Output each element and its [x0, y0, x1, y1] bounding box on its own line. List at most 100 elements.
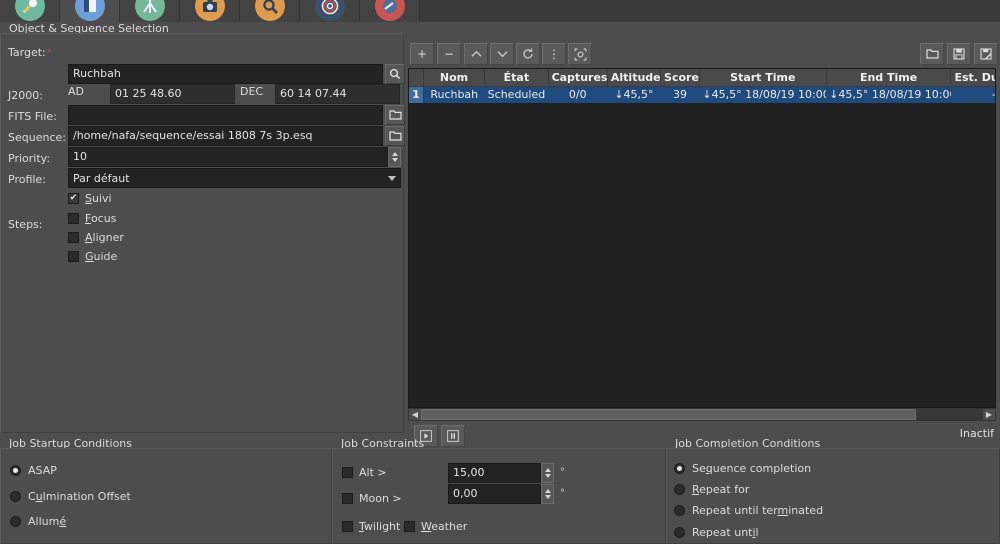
col-rownum — [409, 69, 424, 87]
wrench-icon — [14, 0, 45, 21]
evaluate-button[interactable] — [568, 43, 592, 65]
constraint-twilight-checkbox[interactable]: Twilight — [342, 518, 400, 534]
tab-search[interactable] — [240, 0, 300, 22]
fits-input[interactable] — [68, 105, 383, 125]
constraint-alt-checkbox[interactable]: Alt > — [342, 464, 387, 480]
priority-stepper[interactable] — [388, 147, 401, 167]
scrollbar-thumb[interactable] — [421, 409, 916, 420]
completion-repeat-until-radio[interactable]: Repeat until — [674, 523, 759, 541]
startup-asap-radio[interactable]: ASAP — [10, 461, 57, 479]
job-completion-conditions-group: Job Completion Conditions Sequence compl… — [666, 437, 1000, 544]
ra-input[interactable]: 01 25 48.60 — [110, 84, 235, 104]
tab-align[interactable] — [300, 0, 360, 22]
chevron-down-icon — [388, 175, 396, 181]
sequence-browse-button[interactable] — [385, 126, 405, 146]
profile-select[interactable]: Par défaut — [68, 168, 401, 188]
save-as-schedule-button[interactable] — [974, 43, 998, 65]
cell-captures: 0/0 — [548, 86, 608, 103]
col-etat[interactable]: État — [484, 69, 549, 87]
startup-at-radio[interactable]: Allumé — [10, 512, 66, 530]
startup-asap-label: ASAP — [28, 463, 57, 477]
table-row[interactable]: 1 Ruchbah Scheduled 0/0 ↓45,5° 39 ↓45,5°… — [409, 86, 995, 103]
alt-constraint-input[interactable]: 15,00 — [448, 463, 541, 483]
cell-score: 39 — [660, 86, 700, 103]
more-options-button[interactable]: ⋮ — [542, 43, 566, 65]
col-nom[interactable]: Nom — [423, 69, 486, 87]
dec-value: 60 14 07.44 — [280, 87, 347, 100]
sequence-label: Sequence: — [8, 130, 66, 144]
add-job-button[interactable]: + — [410, 43, 434, 65]
radio-icon — [10, 464, 21, 476]
profile-value: Par défaut — [73, 171, 130, 185]
job-startup-conditions-group: Job Startup Conditions ASAP Culmination … — [0, 437, 332, 544]
checkbox-icon — [68, 212, 79, 224]
col-score[interactable]: Score — [660, 69, 700, 87]
col-end-time[interactable]: End Time — [826, 69, 952, 87]
dec-label: DEC — [240, 85, 264, 98]
col-est-duration[interactable]: Est. Duration — [950, 69, 995, 87]
priority-input[interactable]: 10 — [68, 147, 388, 167]
radio-icon — [10, 515, 21, 527]
target-rings-icon — [314, 0, 345, 21]
col-start-time[interactable]: Start Time — [699, 69, 827, 87]
dec-input[interactable]: 60 14 07.44 — [275, 84, 400, 104]
radio-icon — [674, 504, 685, 516]
moon-constraint-input[interactable]: 0,00 — [448, 484, 541, 504]
reset-job-button[interactable] — [516, 43, 540, 65]
ra-value: 01 25 48.60 — [115, 87, 182, 100]
tab-ccd[interactable] — [60, 0, 120, 22]
alt-constraint-stepper[interactable] — [541, 463, 554, 483]
jobs-table-scrollarea[interactable]: Nom État Captures Altitude Score Start T… — [408, 68, 996, 408]
checkbox-icon — [404, 520, 415, 532]
alt-unit-label: ° — [560, 467, 565, 478]
col-altitude[interactable]: Altitude — [607, 69, 662, 87]
jobs-horizontal-scrollbar[interactable]: ◀ ▶ — [408, 408, 996, 421]
target-row: Target: * — [8, 42, 52, 62]
scrollbar-track[interactable] — [916, 409, 983, 420]
constraint-twilight-label: Twilight — [359, 519, 401, 533]
constraint-weather-checkbox[interactable]: Weather — [404, 518, 467, 534]
completion-sequence-radio[interactable]: Sequence completion — [674, 459, 811, 477]
magnifier-icon — [254, 0, 285, 21]
move-up-button[interactable] — [464, 43, 488, 65]
step-aligner-label: Aligner — [85, 230, 124, 244]
fits-browse-button[interactable] — [385, 105, 405, 125]
move-down-button[interactable] — [490, 43, 514, 65]
tab-focus[interactable] — [120, 0, 180, 22]
crosshair-icon — [573, 47, 587, 61]
folder-icon — [388, 110, 402, 120]
completion-repeat-until-terminated-radio[interactable]: Repeat until terminated — [674, 501, 823, 519]
checkbox-icon — [342, 520, 353, 532]
tab-setup[interactable] — [0, 0, 60, 22]
save-schedule-button[interactable] — [947, 43, 971, 65]
stepper-down-icon — [544, 495, 551, 499]
step-suivi[interactable]: ✔ Suivi — [68, 190, 112, 206]
tab-capture[interactable] — [180, 0, 240, 22]
target-search-button[interactable] — [385, 64, 405, 84]
open-schedule-button[interactable] — [920, 43, 944, 65]
startup-culmination-radio[interactable]: Culmination Offset — [10, 487, 131, 505]
ra-label: AD — [68, 85, 84, 98]
scroll-left-arrow-icon[interactable]: ◀ — [409, 409, 421, 420]
col-captures[interactable]: Captures — [548, 69, 608, 87]
sequence-row: Sequence: * — [8, 127, 72, 147]
constraint-weather-label: Weather — [421, 519, 468, 533]
constraint-moon-checkbox[interactable]: Moon > — [342, 490, 402, 506]
sequence-input[interactable]: /home/nafa/sequence/essai 1808 7s 3p.esq — [68, 126, 383, 146]
remove-job-button[interactable]: − — [437, 43, 461, 65]
stepper-down-icon — [544, 474, 551, 478]
jobs-table: Nom État Captures Altitude Score Start T… — [409, 69, 995, 103]
cell-altitude: ↓45,5° — [607, 86, 661, 103]
moon-constraint-stepper[interactable] — [541, 484, 554, 504]
tab-guide[interactable] — [360, 0, 420, 22]
completion-repeat-for-radio[interactable]: Repeat for — [674, 480, 749, 498]
step-guide[interactable]: Guide — [68, 248, 117, 264]
target-input[interactable]: Ruchbah — [68, 64, 383, 84]
step-focus[interactable]: Focus — [68, 210, 116, 226]
fits-row: FITS File: — [8, 106, 57, 126]
startup-at-label: Allumé — [28, 514, 67, 528]
scroll-right-arrow-icon[interactable]: ▶ — [983, 409, 995, 420]
guide-scope-icon — [374, 0, 405, 21]
ekos-scheduler-window: Object & Sequence Selection Target: * Ru… — [0, 0, 1000, 544]
step-aligner[interactable]: Aligner — [68, 229, 124, 245]
